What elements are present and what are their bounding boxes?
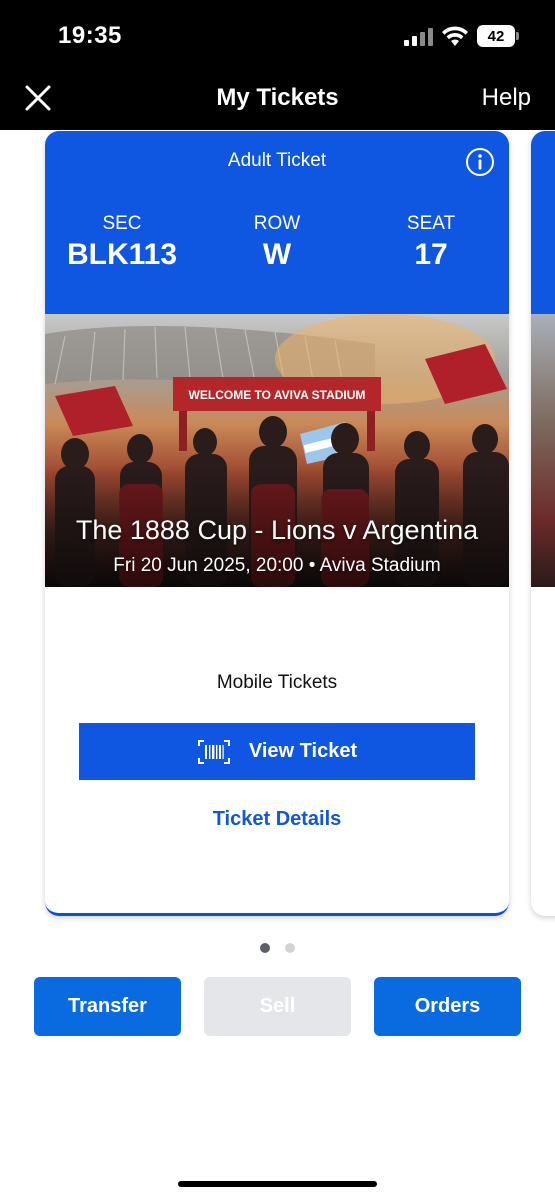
wifi-icon: [442, 26, 468, 46]
orders-label: Orders: [414, 995, 481, 1017]
section-value: BLK113: [66, 238, 178, 271]
next-ticket-image: [531, 314, 555, 587]
signal-icon: [404, 28, 434, 46]
info-icon[interactable]: [465, 147, 495, 177]
event-subtitle: Fri 20 Jun 2025, 20:00 • Aviva Stadium: [113, 555, 441, 576]
home-indicator[interactable]: [178, 1181, 377, 1187]
top-bar: 19:35 42 My Tickets Help: [0, 0, 555, 130]
view-ticket-button[interactable]: View Ticket: [79, 723, 475, 780]
page-dot-active[interactable]: [260, 943, 271, 953]
row-label: ROW: [253, 213, 301, 234]
page-title: My Tickets: [216, 84, 339, 111]
battery-level: 42: [487, 27, 505, 45]
view-ticket-label: View Ticket: [248, 740, 358, 762]
status-time: 19:35: [58, 22, 122, 49]
orders-button[interactable]: Orders: [374, 977, 521, 1036]
carousel-pagination: [0, 940, 555, 958]
page-dot[interactable]: [284, 943, 295, 953]
event-title: The 1888 Cup - Lions v Argentina: [75, 515, 479, 545]
battery-icon: 42: [477, 25, 519, 47]
seat-info: SEAT 17: [356, 213, 506, 272]
row-info: ROW W: [202, 213, 352, 272]
ticket-card: Adult Ticket SEC BLK113 ROW W SEAT 17 WE…: [45, 131, 509, 916]
event-image: WELCOME TO AVIVA STADIUM The 1888 Cup - …: [45, 314, 509, 587]
section-label: SEC: [102, 213, 142, 234]
ticket-type-label: Adult Ticket: [227, 150, 327, 171]
row-value: W: [262, 238, 292, 271]
transfer-label: Transfer: [68, 995, 147, 1017]
next-ticket-header: [531, 131, 555, 314]
welcome-banner-text: WELCOME TO AVIVA STADIUM: [189, 388, 366, 402]
ticket-header: Adult Ticket SEC BLK113 ROW W SEAT 17: [45, 131, 509, 314]
section-info: SEC BLK113: [47, 213, 197, 272]
next-ticket-card[interactable]: [531, 131, 555, 916]
seat-value: 17: [414, 238, 448, 271]
stadium-scene: WELCOME TO AVIVA STADIUM: [45, 314, 509, 587]
ticket-details-link[interactable]: Ticket Details: [45, 808, 509, 831]
transfer-button[interactable]: Transfer: [34, 977, 181, 1036]
barcode-icon: [197, 739, 230, 764]
mobile-tickets-label: Mobile Tickets: [216, 672, 338, 693]
help-link[interactable]: Help: [482, 84, 531, 112]
seat-label: SEAT: [406, 213, 456, 234]
sell-button: Sell: [204, 977, 351, 1036]
sell-label: Sell: [259, 995, 296, 1017]
